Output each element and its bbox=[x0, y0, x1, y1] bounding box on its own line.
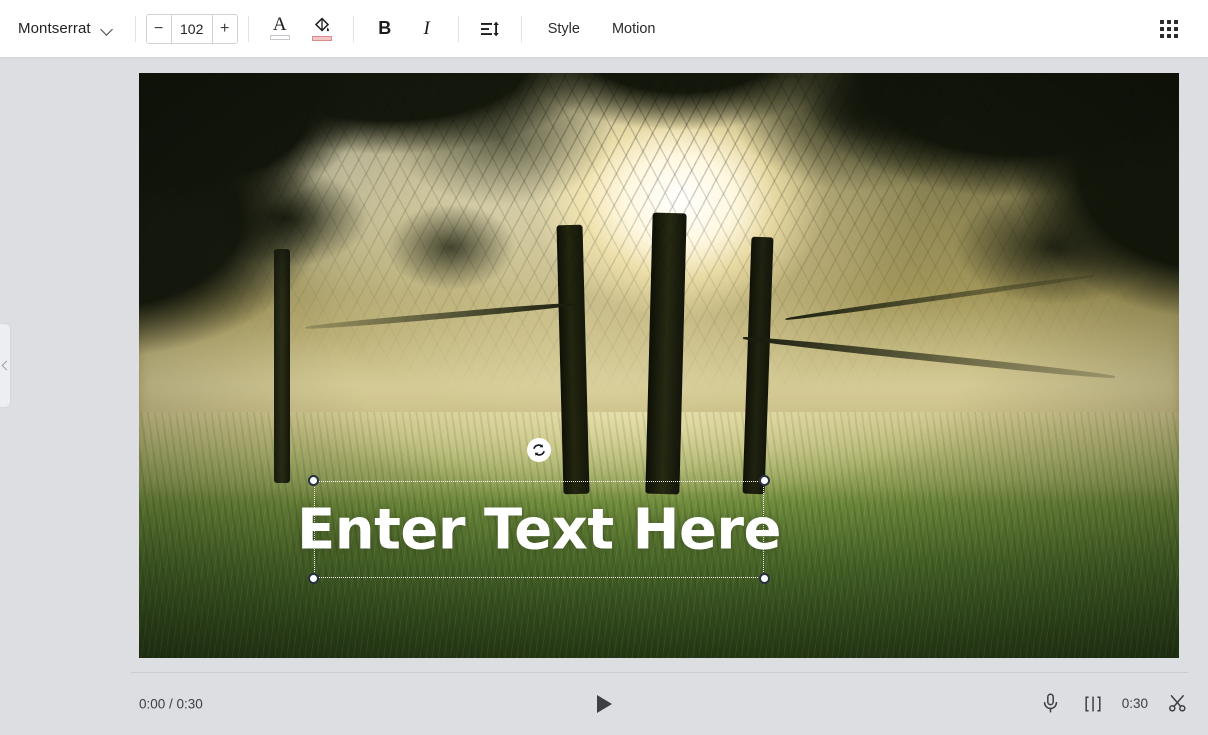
left-panel-collapse-handle[interactable] bbox=[0, 323, 11, 408]
toolbar-divider bbox=[134, 15, 136, 42]
resize-handle-bottom-left[interactable] bbox=[308, 573, 319, 584]
text-color-swatch bbox=[269, 35, 290, 40]
split-clip-icon bbox=[1083, 695, 1103, 713]
player-bar-divider bbox=[131, 672, 1188, 673]
overlay-text-content[interactable]: Enter Text Here bbox=[297, 497, 782, 562]
highlight-color-swatch bbox=[311, 35, 332, 41]
font-family-value: Montserrat bbox=[18, 20, 91, 37]
play-icon bbox=[596, 694, 612, 713]
apps-grid-button[interactable] bbox=[1152, 12, 1186, 46]
split-clip-button[interactable] bbox=[1080, 691, 1106, 717]
text-color-letter-icon: A bbox=[272, 14, 287, 35]
font-size-increase-button[interactable]: + bbox=[212, 14, 237, 43]
rotate-handle[interactable] bbox=[527, 438, 551, 462]
scissors-icon bbox=[1168, 694, 1187, 713]
toolbar-divider bbox=[352, 15, 354, 42]
toolbar-divider bbox=[457, 15, 459, 42]
chevron-left-icon bbox=[1, 362, 9, 370]
italic-button[interactable]: I bbox=[410, 12, 444, 46]
toolbar-left-group: Montserrat − 102 + A B I Style Motion bbox=[0, 0, 671, 57]
microphone-icon bbox=[1041, 693, 1060, 714]
voiceover-button[interactable] bbox=[1038, 691, 1064, 717]
bold-button[interactable]: B bbox=[368, 12, 402, 46]
text-object-selection[interactable]: Enter Text Here bbox=[297, 438, 782, 584]
rotate-icon bbox=[531, 442, 547, 458]
paint-bucket-icon bbox=[313, 16, 331, 34]
motion-button[interactable]: Motion bbox=[596, 13, 672, 45]
play-button[interactable] bbox=[586, 686, 622, 722]
toolbar-divider bbox=[520, 15, 522, 42]
font-size-input[interactable]: 102 bbox=[170, 14, 213, 43]
video-editor-app: Montserrat − 102 + A B I Style Motion En… bbox=[0, 0, 1208, 735]
toolbar-right-group bbox=[1148, 12, 1208, 46]
resize-handle-top-right[interactable] bbox=[759, 475, 770, 486]
italic-label: I bbox=[423, 17, 430, 39]
time-display: 0:00 / 0:30 bbox=[139, 696, 203, 711]
line-spacing-button[interactable] bbox=[473, 12, 507, 46]
font-size-decrease-button[interactable]: − bbox=[146, 14, 171, 43]
text-color-button[interactable]: A bbox=[263, 12, 297, 46]
player-control-bar: 0:00 / 0:30 0:30 bbox=[0, 672, 1208, 735]
style-button[interactable]: Style bbox=[532, 13, 596, 45]
trim-button[interactable] bbox=[1164, 691, 1190, 717]
resize-handle-bottom-right[interactable] bbox=[759, 573, 770, 584]
font-size-stepper: − 102 + bbox=[145, 13, 238, 44]
chevron-down-icon bbox=[101, 23, 113, 35]
video-preview-canvas[interactable]: Enter Text Here bbox=[139, 73, 1179, 658]
highlight-color-button[interactable] bbox=[305, 12, 339, 46]
grid-apps-icon bbox=[1160, 19, 1178, 38]
bold-label: B bbox=[378, 18, 392, 38]
resize-handle-top-left[interactable] bbox=[308, 475, 319, 486]
line-spacing-icon bbox=[480, 20, 500, 38]
clip-duration-label: 0:30 bbox=[1121, 696, 1148, 711]
toolbar-divider bbox=[247, 15, 249, 42]
font-family-select[interactable]: Montserrat bbox=[0, 10, 125, 48]
player-right-controls: 0:30 bbox=[1038, 691, 1190, 717]
editor-stage: Enter Text Here bbox=[0, 58, 1208, 672]
text-format-toolbar: Montserrat − 102 + A B I Style Motion bbox=[0, 0, 1208, 58]
